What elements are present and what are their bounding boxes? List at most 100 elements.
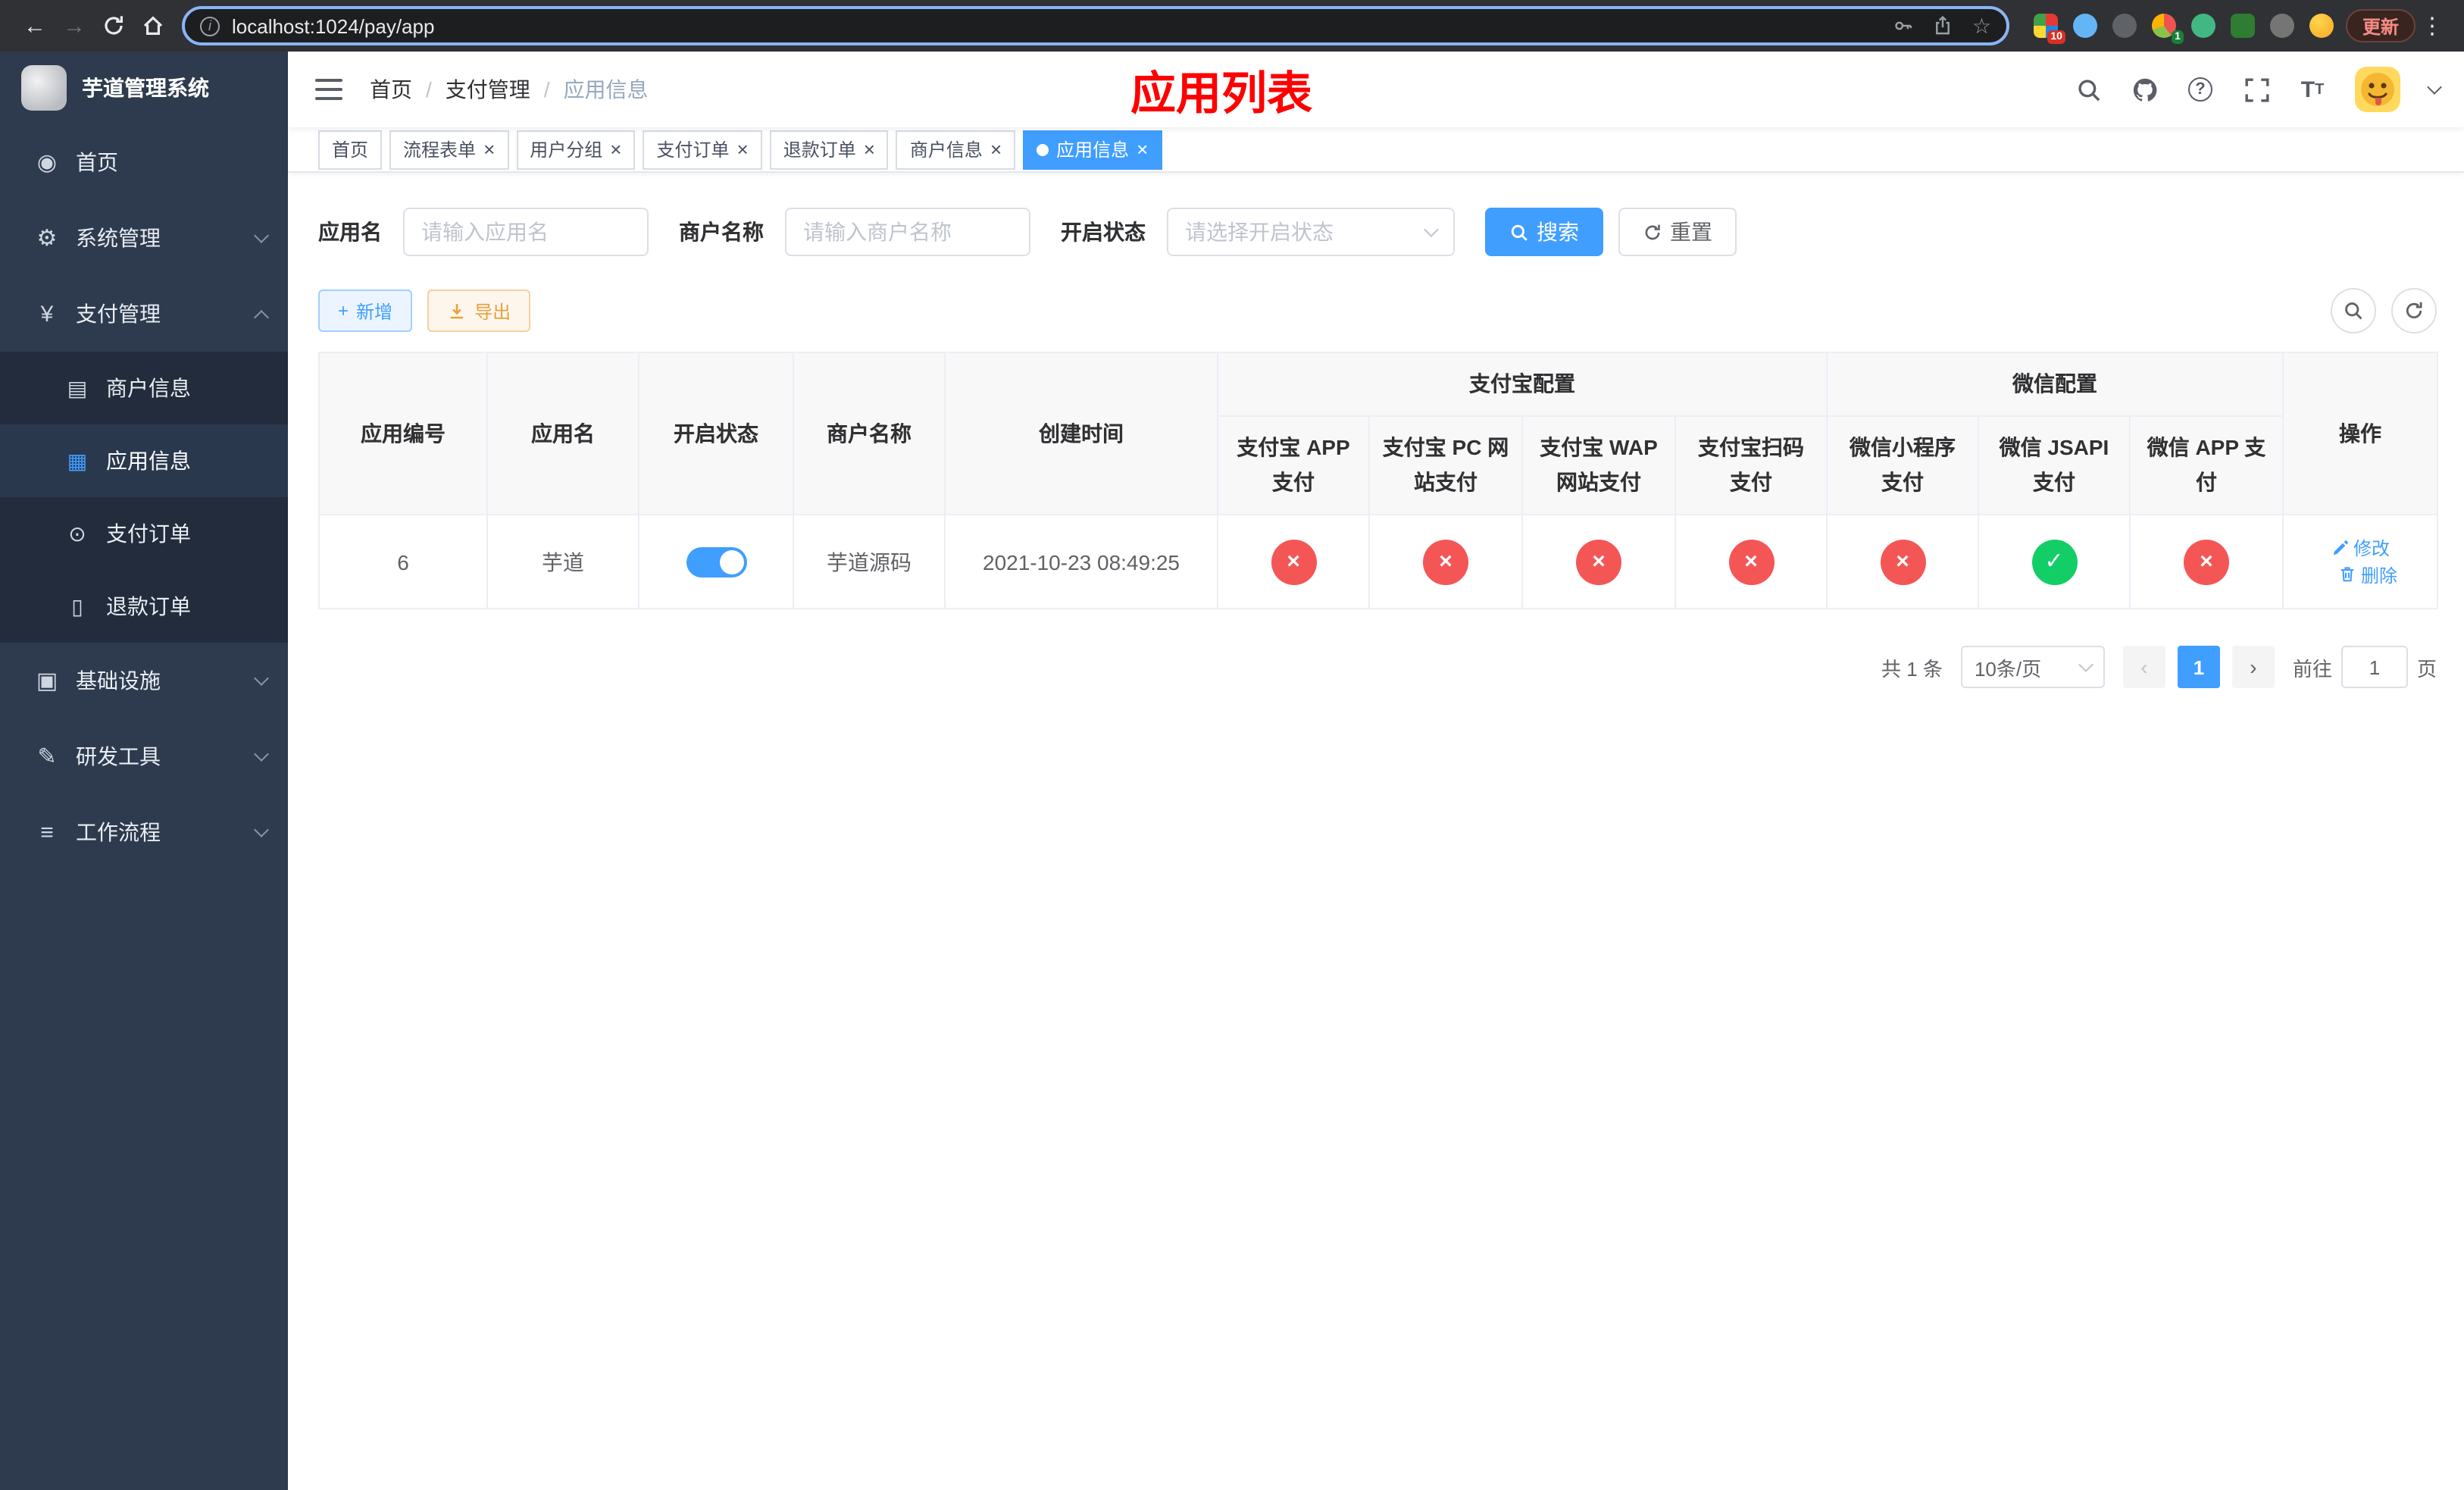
yen-icon: ¥ [40,301,54,327]
col-alipay-qr: 支付宝扫码支付 [1674,415,1828,516]
github-icon[interactable] [2131,76,2158,103]
sidebar-item-system[interactable]: ⚙ 系统管理 [0,200,288,276]
sidebar-item-dev-tools[interactable]: ✎ 研发工具 [0,718,288,794]
help-icon[interactable]: ? [2187,76,2214,103]
sidebar-item-pay-order[interactable]: ⊙ 支付订单 [0,497,288,570]
page-1-button[interactable]: 1 [2177,646,2220,689]
share-icon[interactable] [1933,15,1954,36]
extension-icon-4[interactable]: 1 [2151,14,2184,44]
browser-update-button[interactable]: 更新 [2345,9,2416,42]
close-icon[interactable]: × [610,139,621,159]
wechat-jsapi-status-icon: ✓ [2031,539,2077,585]
sidebar-item-home[interactable]: ◉ 首页 [0,124,288,200]
sidebar-toggle-button[interactable] [315,74,346,105]
extension-icon-6[interactable] [2230,14,2255,38]
extension-icon-5[interactable] [2190,14,2215,38]
edit-link[interactable]: 修改 [2331,536,2390,562]
group-alipay-config: 支付宝配置 [1217,351,1828,418]
alipay-app-status-icon: × [1271,539,1316,585]
sidebar-item-refund-order[interactable]: ▯ 退款订单 [0,570,288,643]
alipay-pc-status-icon: × [1423,539,1468,585]
tags-view: 首页 流程表单 × 用户分组 × 支付订单 × 退款订单 × 商户信息 × 应用… [288,127,2464,173]
tab-home[interactable]: 首页 [318,130,383,169]
col-app-name: 应用名 [486,351,639,516]
breadcrumb-home[interactable]: 首页 [370,74,412,105]
merchant-name-field [785,208,1030,256]
status-select[interactable]: 请选择开启状态 [1167,208,1455,256]
tab-user-group[interactable]: 用户分组 × [516,130,636,169]
search-icon[interactable] [2075,76,2102,103]
app-title: 芋道管理系统 [82,76,209,100]
sidebar-item-merchant-info[interactable]: ▤ 商户信息 [0,352,288,424]
close-icon[interactable]: × [1137,139,1148,159]
download-icon [450,303,464,318]
status-label: 开启状态 [1061,220,1146,244]
alipay-qr-status-icon: × [1728,539,1774,585]
sidebar-item-infrastructure[interactable]: ▣ 基础设施 [0,643,288,718]
extension-icon-7[interactable] [2269,14,2294,38]
filter-app-name: 应用名 [318,208,649,256]
address-bar[interactable]: i localhost:1024/pay/app ☆ [182,6,2009,45]
close-icon[interactable]: × [737,139,749,159]
next-page-button[interactable]: › [2231,646,2275,689]
browser-menu-icon[interactable]: ⋮ [2416,9,2449,42]
active-dot-icon [1037,143,1049,155]
tab-refund-order[interactable]: 退款订单 × [769,130,889,169]
col-alipay-wap: 支付宝 WAP 网站支付 [1521,415,1676,516]
extension-icon-2[interactable] [2072,14,2097,38]
reset-button[interactable]: 重置 [1618,208,1737,256]
refresh-table-button[interactable] [2391,288,2437,333]
grid-icon: ▦ [67,448,88,472]
merchant-name-input[interactable] [803,220,1012,244]
bookmark-star-icon[interactable]: ☆ [1972,15,1991,36]
goto-page-input[interactable] [2340,646,2408,689]
sidebar-item-payment[interactable]: ¥ 支付管理 [0,276,288,352]
extension-badge-red: 10 [2047,30,2065,44]
font-size-icon[interactable]: TT [2299,76,2326,103]
cell-merchant: 芋道源码 [793,514,946,610]
toggle-search-button[interactable] [2331,288,2376,333]
search-button-label: 搜索 [1537,220,1579,244]
goto-suffix: 页 [2416,657,2437,681]
user-avatar[interactable] [2355,67,2400,112]
sidebar-item-app-info[interactable]: ▦ 应用信息 [0,424,288,497]
app-name-input[interactable] [421,220,630,244]
tab-app-info[interactable]: 应用信息 × [1023,130,1162,169]
extension-icon-1[interactable]: 10 [2033,14,2065,44]
export-button[interactable]: 导出 [427,290,531,332]
page-size-value: 10条/页 [1974,657,2042,681]
browser-chrome: ← → i localhost:1024/pay/app ☆ 10 1 更新 ⋮ [0,0,2464,52]
close-icon[interactable]: × [483,139,495,159]
app-logo[interactable]: 芋道管理系统 [0,52,288,124]
sidebar-item-workflow[interactable]: ≡ 工作流程 [0,794,288,870]
enabled-toggle[interactable] [686,546,746,578]
search-button[interactable]: 搜索 [1485,208,1603,256]
tab-merchant-info[interactable]: 商户信息 × [896,130,1016,169]
tab-process-form[interactable]: 流程表单 × [389,130,509,169]
site-info-icon[interactable]: i [200,16,220,36]
add-button[interactable]: + 新增 [318,290,413,332]
plus-icon: + [338,300,349,321]
tab-pay-order[interactable]: 支付订单 × [643,130,762,169]
user-menu-caret-icon[interactable] [2427,79,2442,94]
prev-page-button[interactable]: ‹ [2122,646,2165,689]
tab-label: 用户分组 [530,139,603,161]
extension-icon-3[interactable] [2112,14,2137,38]
order-icon: ⊙ [68,521,86,545]
close-icon[interactable]: × [990,139,1002,159]
delete-link[interactable]: 删除 [2338,562,2397,588]
forward-button[interactable]: → [55,6,94,45]
back-button[interactable]: ← [15,6,55,45]
col-merchant: 商户名称 [793,351,946,516]
col-wechat-app: 微信 APP 支付 [2128,415,2284,516]
breadcrumb-payment[interactable]: 支付管理 [446,74,530,105]
col-enabled: 开启状态 [638,351,794,516]
reload-button[interactable] [94,6,133,45]
close-icon[interactable]: × [864,139,875,159]
home-button[interactable] [133,6,173,45]
fullscreen-icon[interactable] [2243,76,2270,103]
page-size-select[interactable]: 10条/页 [1960,646,2105,689]
app-table: 应用编号 应用名 开启状态 商户名称 创建时间 支付宝配置 微信配置 操作 支付… [318,351,2439,610]
extension-icon-8[interactable] [2309,14,2334,38]
password-key-icon[interactable] [1893,15,1915,36]
